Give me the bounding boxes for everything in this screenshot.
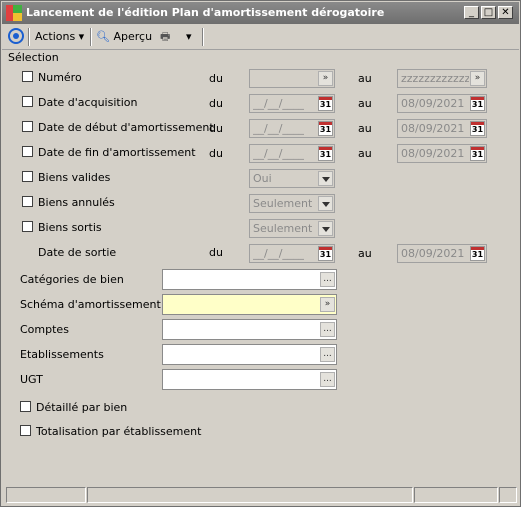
au-label: au: [358, 247, 372, 260]
calendar-icon[interactable]: 31: [318, 146, 333, 161]
double-chevron-icon[interactable]: »: [320, 297, 335, 312]
date-debut-amort-to-field[interactable]: 08/09/2021 31: [397, 119, 487, 138]
etablissements-label: Etablissements: [20, 348, 104, 361]
du-label: du: [209, 97, 223, 110]
biens-sortis-select[interactable]: Seulement: [249, 219, 335, 238]
dialog-window: Lancement de l'édition Plan d'amortissem…: [0, 0, 521, 507]
magnifier-icon: 🔍︎: [96, 30, 110, 43]
categories-bien-label: Catégories de bien: [20, 273, 124, 286]
selection-section-label: Sélection: [8, 51, 59, 64]
app-icon: [6, 5, 22, 21]
date-sortie-to-field[interactable]: 08/09/2021 31: [397, 244, 487, 263]
schema-amort-input[interactable]: »: [162, 294, 337, 315]
comptes-label: Comptes: [20, 323, 69, 336]
ugt-input[interactable]: ...: [162, 369, 337, 390]
date-fin-amort-from-field[interactable]: __/__/____ 31: [249, 144, 335, 163]
actions-label: Actions: [35, 30, 76, 43]
biens-sortis-checkbox[interactable]: [22, 221, 33, 232]
numero-checkbox[interactable]: [22, 71, 33, 82]
totalisation-etablissement-label: Totalisation par établissement: [36, 425, 202, 438]
chevron-down-icon[interactable]: [318, 171, 333, 186]
navigate-icon[interactable]: [8, 28, 24, 44]
print-menu-button[interactable]: ▾: [186, 28, 192, 46]
date-acquisition-to-field[interactable]: 08/09/2021 31: [397, 94, 487, 113]
printer-icon: 🖶: [160, 30, 171, 43]
title-bar: Lancement de l'édition Plan d'amortissem…: [2, 2, 519, 24]
calendar-icon[interactable]: 31: [318, 246, 333, 261]
etablissements-input[interactable]: ...: [162, 344, 337, 365]
du-label: du: [209, 246, 223, 259]
ellipsis-icon[interactable]: ...: [320, 322, 335, 337]
date-fin-amort-label: Date de fin d'amortissement: [38, 146, 196, 159]
actions-menu-button[interactable]: Actions ▾: [35, 28, 84, 46]
ellipsis-icon[interactable]: ...: [320, 272, 335, 287]
date-acquisition-from-field[interactable]: __/__/____ 31: [249, 94, 335, 113]
biens-sortis-label: Biens sortis: [38, 221, 102, 234]
ugt-label: UGT: [20, 373, 43, 386]
comptes-input[interactable]: ...: [162, 319, 337, 340]
date-fin-amort-to-field[interactable]: 08/09/2021 31: [397, 144, 487, 163]
au-label: au: [358, 97, 372, 110]
date-debut-amort-label: Date de début d'amortissement: [38, 121, 214, 134]
preview-button[interactable]: 🔍︎ Aperçu: [96, 28, 152, 46]
biens-annules-select[interactable]: Seulement: [249, 194, 335, 213]
date-acquisition-label: Date d'acquisition: [38, 96, 138, 109]
au-label: au: [358, 122, 372, 135]
biens-valides-label: Biens valides: [38, 171, 111, 184]
print-button[interactable]: 🖶: [160, 28, 170, 46]
date-fin-amort-checkbox[interactable]: [22, 146, 33, 157]
resize-grip-icon[interactable]: [499, 487, 517, 503]
biens-annules-checkbox[interactable]: [22, 196, 33, 207]
numero-label: Numéro: [38, 71, 82, 84]
au-label: au: [358, 147, 372, 160]
categories-bien-input[interactable]: ...: [162, 269, 337, 290]
totalisation-etablissement-checkbox[interactable]: [20, 425, 31, 436]
ellipsis-icon[interactable]: ...: [320, 372, 335, 387]
toolbar: Actions ▾ 🔍︎ Aperçu 🖶 ▾: [2, 25, 519, 50]
du-label: du: [209, 147, 223, 160]
chevron-down-icon: ▾: [75, 30, 85, 43]
detaille-par-bien-checkbox[interactable]: [20, 401, 31, 412]
chevron-down-icon: ▾: [186, 30, 192, 43]
schema-amort-label: Schéma d'amortissement: [20, 298, 161, 311]
au-label: au: [358, 72, 372, 85]
calendar-icon[interactable]: 31: [470, 96, 485, 111]
preview-label: Aperçu: [113, 30, 153, 43]
window-title: Lancement de l'édition Plan d'amortissem…: [26, 6, 385, 19]
detaille-par-bien-label: Détaillé par bien: [36, 401, 128, 414]
date-acquisition-checkbox[interactable]: [22, 96, 33, 107]
close-button[interactable]: ✕: [498, 6, 513, 19]
status-panel: [414, 487, 498, 503]
calendar-icon[interactable]: 31: [470, 246, 485, 261]
date-sortie-from-field[interactable]: __/__/____ 31: [249, 244, 335, 263]
maximize-button[interactable]: □: [481, 6, 496, 19]
double-chevron-icon[interactable]: »: [470, 71, 485, 86]
calendar-icon[interactable]: 31: [318, 121, 333, 136]
minimize-button[interactable]: _: [464, 6, 479, 19]
numero-to-field[interactable]: zzzzzzzzzzzz »: [397, 69, 487, 88]
chevron-down-icon[interactable]: [318, 221, 333, 236]
calendar-icon[interactable]: 31: [470, 146, 485, 161]
double-chevron-icon[interactable]: »: [318, 71, 333, 86]
biens-annules-label: Biens annulés: [38, 196, 115, 209]
ellipsis-icon[interactable]: ...: [320, 347, 335, 362]
status-panel: [87, 487, 413, 503]
chevron-down-icon[interactable]: [318, 196, 333, 211]
date-sortie-label: Date de sortie: [38, 246, 117, 259]
du-label: du: [209, 122, 223, 135]
status-bar: [2, 485, 519, 505]
date-debut-amort-checkbox[interactable]: [22, 121, 33, 132]
biens-valides-select[interactable]: Oui: [249, 169, 335, 188]
numero-from-field[interactable]: »: [249, 69, 335, 88]
date-debut-amort-from-field[interactable]: __/__/____ 31: [249, 119, 335, 138]
calendar-icon[interactable]: 31: [318, 96, 333, 111]
status-panel: [6, 487, 86, 503]
biens-valides-checkbox[interactable]: [22, 171, 33, 182]
calendar-icon[interactable]: 31: [470, 121, 485, 136]
du-label: du: [209, 72, 223, 85]
